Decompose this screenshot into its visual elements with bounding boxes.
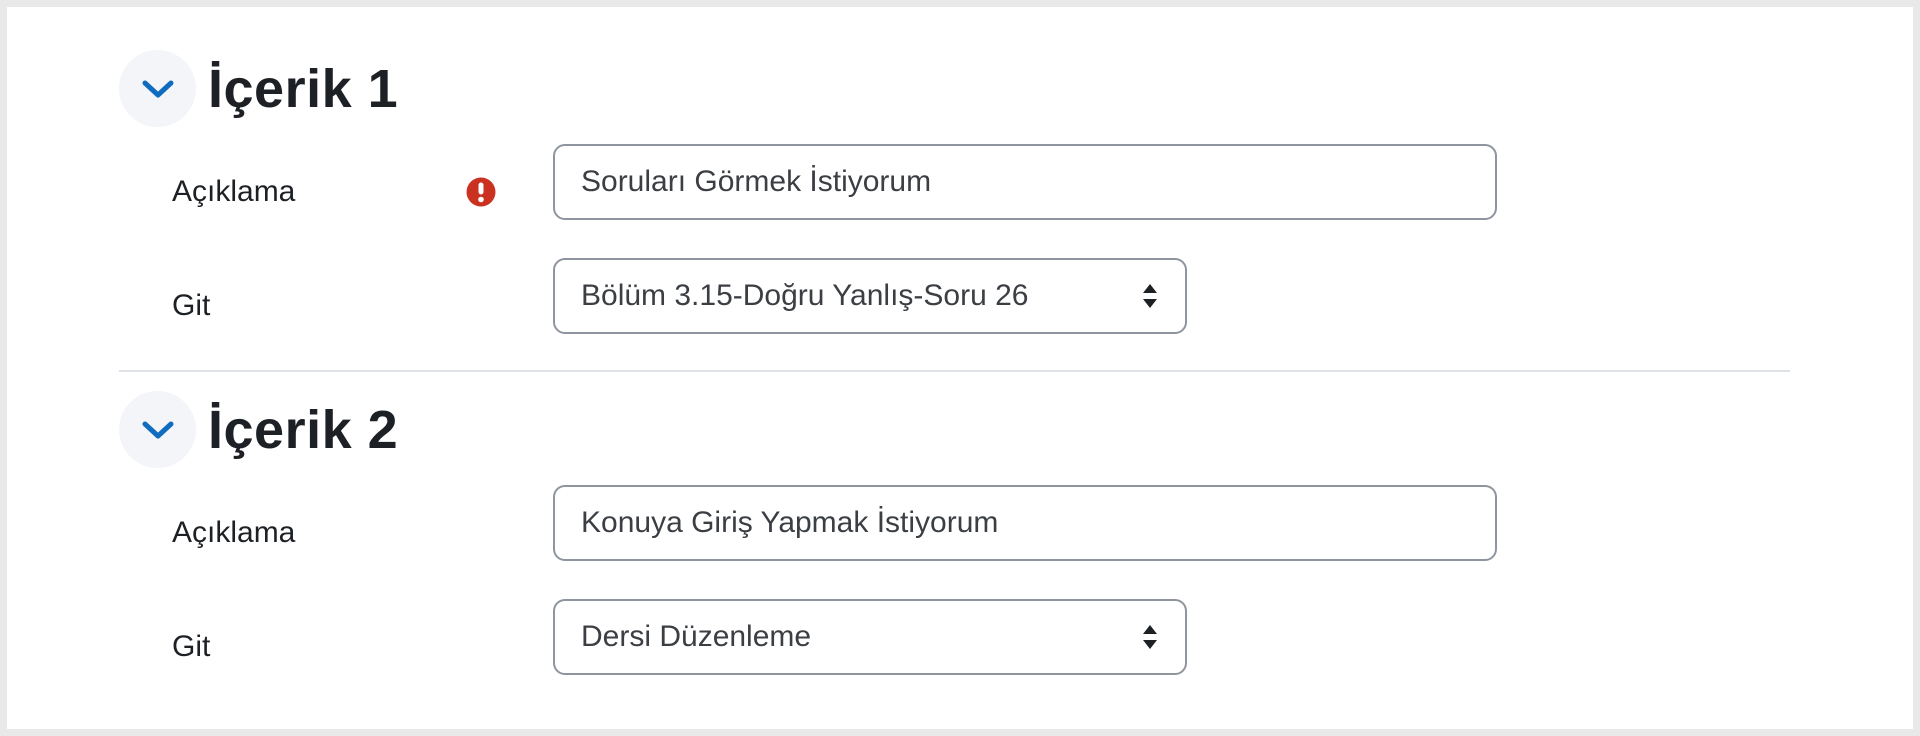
goto-label: Git (172, 289, 211, 322)
goto-select[interactable]: Dersi Düzenleme (553, 599, 1187, 675)
description-input[interactable] (553, 144, 1497, 220)
chevron-down-icon (142, 421, 173, 438)
sort-arrows-icon (1143, 284, 1157, 308)
goto-select[interactable]: Bölüm 3.15-Doğru Yanlış-Soru 26 (553, 258, 1187, 334)
chevron-down-icon (142, 80, 173, 97)
section-title: İçerik 1 (208, 58, 399, 119)
exclamation-circle-icon (466, 177, 496, 207)
collapse-toggle-button[interactable] (119, 391, 196, 468)
section-header: İçerik 1 (119, 50, 398, 127)
section-divider (119, 370, 1790, 372)
goto-select-value: Bölüm 3.15-Doğru Yanlış-Soru 26 (581, 279, 1029, 312)
description-label: Açıklama (172, 516, 296, 549)
description-input[interactable] (553, 485, 1497, 561)
goto-label: Git (172, 630, 211, 663)
section-header: İçerik 2 (119, 391, 398, 468)
description-label: Açıklama (172, 175, 296, 208)
form-container: İçerik 1 Açıklama Git Bölüm 3.15-Doğru Y… (7, 7, 1913, 729)
section-title: İçerik 2 (208, 399, 399, 460)
collapse-toggle-button[interactable] (119, 50, 196, 127)
goto-select-value: Dersi Düzenleme (581, 620, 812, 653)
sort-arrows-icon (1143, 625, 1157, 649)
